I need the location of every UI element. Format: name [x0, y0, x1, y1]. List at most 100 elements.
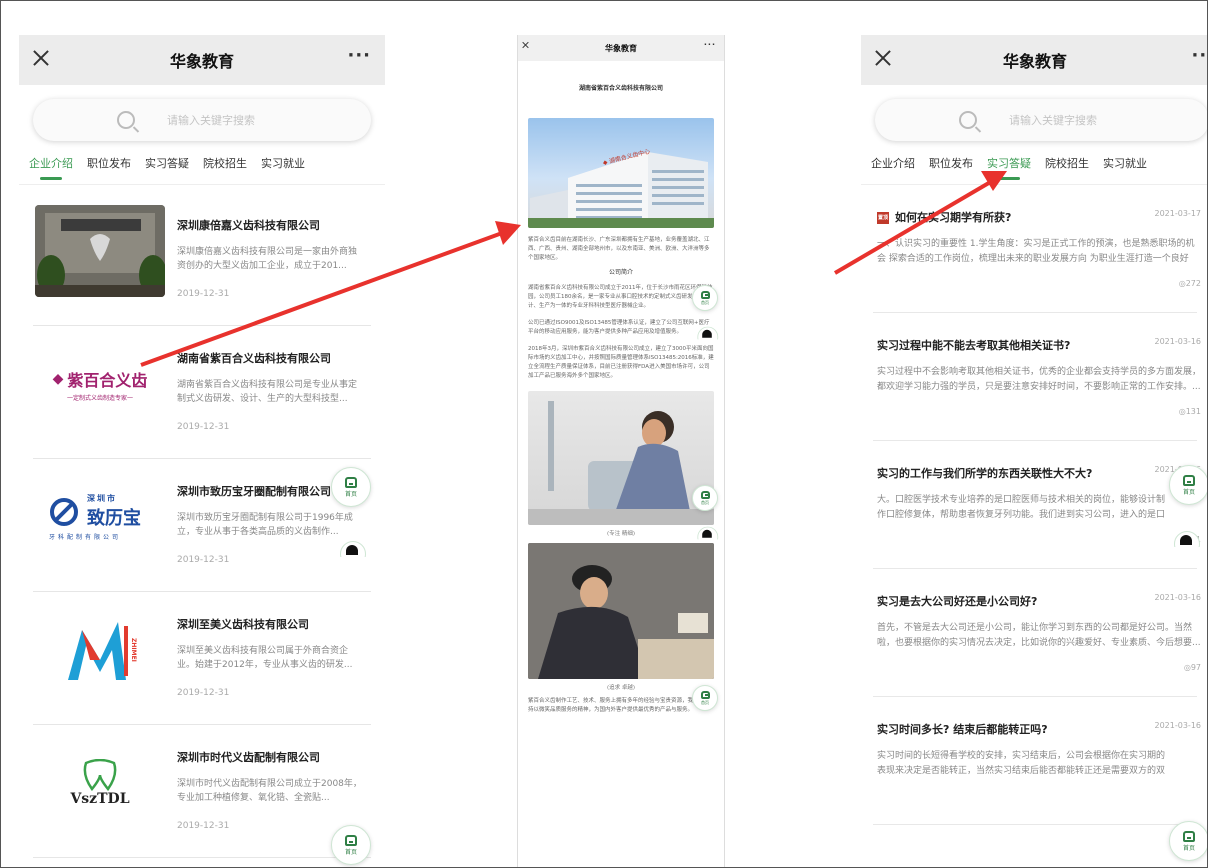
company-logo: ZHIMEI — [35, 604, 165, 696]
home-label: 首页 — [701, 499, 709, 505]
search-input[interactable]: 请输入关键字搜索 — [33, 99, 371, 141]
article-paragraph: 2018年3月，深圳市紫百合义齿科技有限公司成立，建立了3000平米面向国际市场… — [528, 346, 714, 379]
home-label: 首页 — [701, 299, 709, 305]
home-button[interactable]: 首页 — [331, 825, 371, 865]
qa-answer: 实习过程中不会影响考取其他相关证书，优秀的企业都会支持学员的多方面发展，都欢迎学… — [877, 367, 1201, 392]
tab-job-posting[interactable]: 职位发布 — [87, 155, 131, 184]
company-logo: 深圳市 致历宝 牙科配制有限公司 — [35, 471, 165, 563]
qa-views-count: 131 — [1185, 407, 1201, 416]
dark-mode-icon[interactable] — [695, 326, 719, 340]
qa-date: 2021-03-16 — [1154, 721, 1202, 730]
company-desc: 深圳康倍嘉义齿科技有限公司是一家由外商独资创办的大型义齿加工企业，成立于201.… — [177, 247, 358, 271]
dark-mode-icon[interactable] — [695, 526, 719, 540]
more-menu-icon[interactable]: ··· — [1191, 47, 1207, 65]
logo-subtext: 一定制式义齿制造专家一 — [66, 394, 133, 402]
close-icon[interactable] — [522, 41, 530, 49]
company-desc: 深圳至美义齿科技有限公司属于外商合资企业。始建于2012年，专业从事义齿的研发.… — [177, 646, 353, 670]
home-button[interactable]: 首页 — [331, 467, 371, 507]
home-button[interactable]: 首页 — [692, 685, 718, 711]
company-logo: VszTDL — [35, 737, 165, 829]
tab-internship-qa[interactable]: 实习答疑 — [987, 155, 1031, 184]
more-menu-icon[interactable]: ··· — [347, 47, 371, 65]
qa-date: 2021-03-16 — [1154, 593, 1202, 602]
tab-school-enrollment[interactable]: 院校招生 — [1045, 155, 1089, 184]
qa-question: 实习的工作与我们所学的东西关联性大不大? — [877, 467, 1093, 480]
close-icon[interactable] — [31, 48, 51, 68]
phone-internship-qa: 华象教育 ··· 请输入关键字搜索 企业介绍 职位发布 实习答疑 院校招生 实习… — [861, 35, 1207, 867]
tab-internship-employment[interactable]: 实习就业 — [1103, 155, 1147, 184]
article-title: 湖南省紫百合义齿科技有限公司 — [578, 85, 663, 92]
dark-mode-icon[interactable] — [337, 541, 367, 557]
page-title: 华象教育 — [605, 43, 637, 53]
screenshot-canvas: 华象教育 ··· 请输入关键字搜索 企业介绍 职位发布 实习答疑 院校招生 实习… — [0, 0, 1208, 868]
eye-icon: ◎ — [1178, 279, 1186, 288]
home-icon — [700, 290, 710, 299]
phone-company-article: 华象教育 ··· 湖南省紫百合义齿科技有限公司 ◆ 湖南合义齿中心 紫百合义齿目… — [517, 35, 725, 867]
qa-answer: 首先，不管是去大公司还是小公司，能让你学习到东西的公司都是好公司。当然啦，也要根… — [877, 623, 1201, 648]
more-menu-icon[interactable]: ··· — [704, 41, 716, 49]
eye-icon: ◎ — [1178, 407, 1186, 416]
qa-item[interactable]: 置顶 如何在实习期学有所获? 2021-03-17 一、认识实习的重要性 1.学生… — [873, 185, 1201, 313]
technician-icon — [528, 401, 714, 525]
home-button[interactable]: 首页 — [1169, 821, 1207, 861]
logo-text: 紫百合义齿 — [67, 370, 148, 390]
home-button[interactable]: 首页 — [692, 285, 718, 311]
tab-internship-qa[interactable]: 实习答疑 — [145, 155, 189, 184]
close-icon[interactable] — [873, 48, 893, 68]
qa-question: 实习时间多长? 结束后都能转正吗? — [877, 723, 1048, 736]
list-item[interactable]: ◆ 紫百合义齿 一定制式义齿制造专家一 湖南省紫百合义齿科技有限公司 湖南省紫百… — [33, 326, 371, 459]
home-icon — [1183, 474, 1195, 486]
article-paragraph: 紫百合义齿制作工艺、技术、服务上拥有多年的经验与宝贵资源，我们将坚持以微笑品质服… — [528, 698, 710, 713]
company-photo — [35, 205, 165, 297]
qa-item[interactable]: 实习是去大公司好还是小公司好? 2021-03-16 首先，不管是去大公司还是小… — [873, 569, 1201, 697]
qa-views: ◎131 — [1179, 407, 1201, 416]
technician-photo — [528, 391, 714, 525]
company-date: 2019-12-31 — [177, 555, 230, 565]
company-name: 深圳康倍嘉义齿科技有限公司 — [177, 219, 320, 232]
tab-school-enrollment[interactable]: 院校招生 — [203, 155, 247, 184]
qa-date: 2021-03-16 — [1154, 337, 1202, 346]
company-logo: ◆ 紫百合义齿 一定制式义齿制造专家一 — [35, 338, 165, 430]
qa-question: 实习是去大公司好还是小公司好? — [877, 595, 1038, 608]
list-item[interactable]: 深圳康倍嘉义齿科技有限公司 深圳康倍嘉义齿科技有限公司是一家由外商独资创办的大型… — [33, 193, 371, 326]
zhimei-logo-icon — [68, 622, 128, 680]
page-title: 华象教育 — [1002, 52, 1067, 71]
qa-question: 置顶 如何在实习期学有所获? — [877, 209, 1011, 225]
article-paragraph: 湖南省紫百合义齿科技有限公司成立于2011年，位于长沙市雨花区环保科技园，公司员… — [528, 285, 713, 309]
search-icon — [117, 111, 135, 129]
article-intro: 紫百合义齿目前在湖南长沙、广东深圳都拥有生产基地，业务覆盖湖北、江西、广西、贵州… — [528, 237, 710, 261]
worker-icon — [528, 543, 714, 679]
qa-views-count: 272 — [1185, 279, 1201, 288]
company-date: 2019-12-31 — [177, 688, 230, 698]
tab-job-posting[interactable]: 职位发布 — [929, 155, 973, 184]
tab-company-intro[interactable]: 企业介绍 — [29, 155, 73, 184]
qa-item[interactable]: 实习过程中能不能去考取其他相关证书? 2021-03-16 实习过程中不会影响考… — [873, 313, 1201, 441]
home-label: 首页 — [1182, 488, 1195, 496]
phone-company-list: 华象教育 ··· 请输入关键字搜索 企业介绍 职位发布 实习答疑 院校招生 实习… — [19, 35, 385, 867]
worker-photo — [528, 543, 714, 679]
tab-bar: 企业介绍 职位发布 实习答疑 院校招生 实习就业 — [861, 141, 1207, 185]
list-item[interactable]: ZHIMEI 深圳至美义齿科技有限公司 深圳至美义齿科技有限公司属于外商合资企业… — [33, 592, 371, 725]
list-item[interactable]: 深圳市 致历宝 牙科配制有限公司 深圳市致历宝牙圈配制有限公司 深圳市致历宝牙圈… — [33, 459, 371, 592]
home-button[interactable]: 首页 — [1169, 465, 1207, 505]
building-photo: ◆ 湖南合义齿中心 — [528, 118, 714, 228]
home-label: 首页 — [344, 848, 357, 856]
title-bar: 华象教育 ··· — [518, 35, 724, 61]
home-button[interactable]: 首页 — [692, 485, 718, 511]
logo-text: 致历宝 — [87, 508, 141, 529]
search-input[interactable]: 请输入关键字搜索 — [875, 99, 1207, 141]
list-item[interactable]: VszTDL 深圳市时代义齿配制有限公司 深圳市时代义齿配制有限公司成立于200… — [33, 725, 371, 858]
qa-question-text: 如何在实习期学有所获? — [895, 211, 1012, 224]
dark-mode-icon[interactable] — [1171, 531, 1201, 547]
search-placeholder: 请输入关键字搜索 — [1009, 114, 1097, 127]
logo-city: 深圳市 — [87, 494, 117, 503]
title-bar: 华象教育 ··· — [861, 35, 1207, 85]
tab-internship-employment[interactable]: 实习就业 — [261, 155, 305, 184]
qa-item[interactable]: 实习时间多长? 结束后都能转正吗? 2021-03-16 实习时间的长短得看学校… — [873, 697, 1201, 825]
title-bar: 华象教育 ··· — [19, 35, 385, 85]
company-name: 深圳至美义齿科技有限公司 — [177, 618, 309, 631]
article-subhead: 公司简介 — [608, 269, 633, 276]
qa-item[interactable]: 实习的工作与我们所学的东西关联性大不大? 2021-03-16 大。口腔医学技术… — [873, 441, 1201, 569]
home-label: 首页 — [1182, 844, 1195, 852]
tab-company-intro[interactable]: 企业介绍 — [871, 155, 915, 184]
